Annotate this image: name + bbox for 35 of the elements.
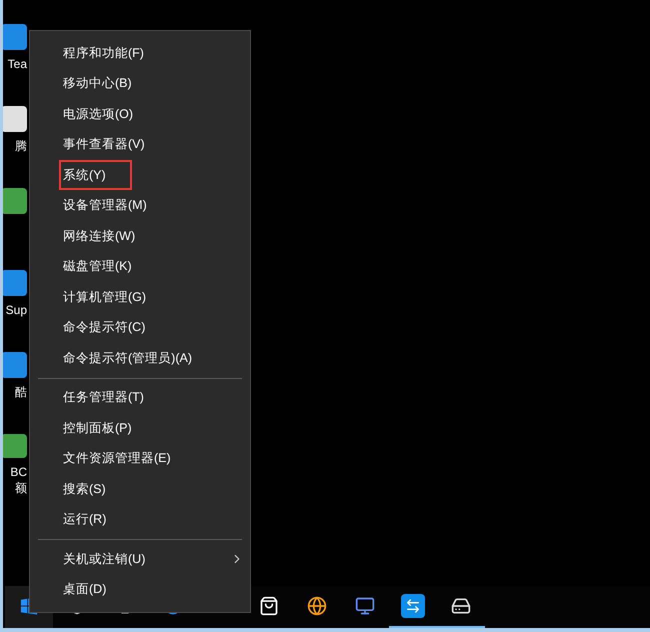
app-icon[interactable]: [3, 434, 27, 458]
icon-label: BC: [10, 464, 27, 480]
monitor-icon: [355, 596, 375, 616]
menu-item[interactable]: 电源选项(O): [59, 99, 134, 130]
menu-item[interactable]: 网络连接(W): [59, 221, 136, 252]
menu-item[interactable]: 计算机管理(G): [59, 282, 146, 312]
icon-label: 腾: [15, 138, 27, 154]
menu-item[interactable]: 运行(R): [59, 504, 106, 535]
menu-item[interactable]: 关机或注销(U): [59, 544, 244, 574]
globe-icon: [307, 596, 327, 616]
icon-label: Tea: [8, 56, 27, 72]
arrows-icon: [401, 594, 425, 618]
app-icon[interactable]: [3, 352, 27, 378]
menu-item[interactable]: 程序和功能(F): [59, 38, 144, 68]
drive-icon: [451, 596, 471, 616]
icon-label: 额: [15, 480, 27, 496]
menu-item[interactable]: 系统(Y): [59, 160, 132, 190]
menu-item[interactable]: 文件资源管理器(E): [59, 444, 171, 474]
app-icon[interactable]: [3, 188, 27, 214]
icon-label: Sup: [6, 302, 27, 318]
menu-item[interactable]: 搜索(S): [59, 474, 106, 504]
menu-item[interactable]: 桌面(D): [59, 574, 106, 605]
app-icon[interactable]: [3, 24, 27, 50]
shopping-bag-icon: [259, 596, 279, 616]
app-icon[interactable]: [3, 106, 27, 132]
menu-item[interactable]: 命令提示符(管理员)(A): [59, 343, 192, 374]
menu-item[interactable]: 磁盘管理(K): [59, 252, 132, 282]
menu-item[interactable]: 移动中心(B): [59, 68, 132, 99]
menu-item[interactable]: 设备管理器(M): [59, 190, 147, 221]
menu-item[interactable]: 任务管理器(T): [59, 382, 144, 413]
app-icon[interactable]: [3, 270, 27, 296]
menu-item[interactable]: 事件查看器(V): [59, 130, 145, 160]
menu-item[interactable]: 命令提示符(C): [59, 312, 146, 343]
icon-label: 酷: [15, 384, 27, 400]
menu-item[interactable]: 控制面板(P): [59, 413, 132, 444]
